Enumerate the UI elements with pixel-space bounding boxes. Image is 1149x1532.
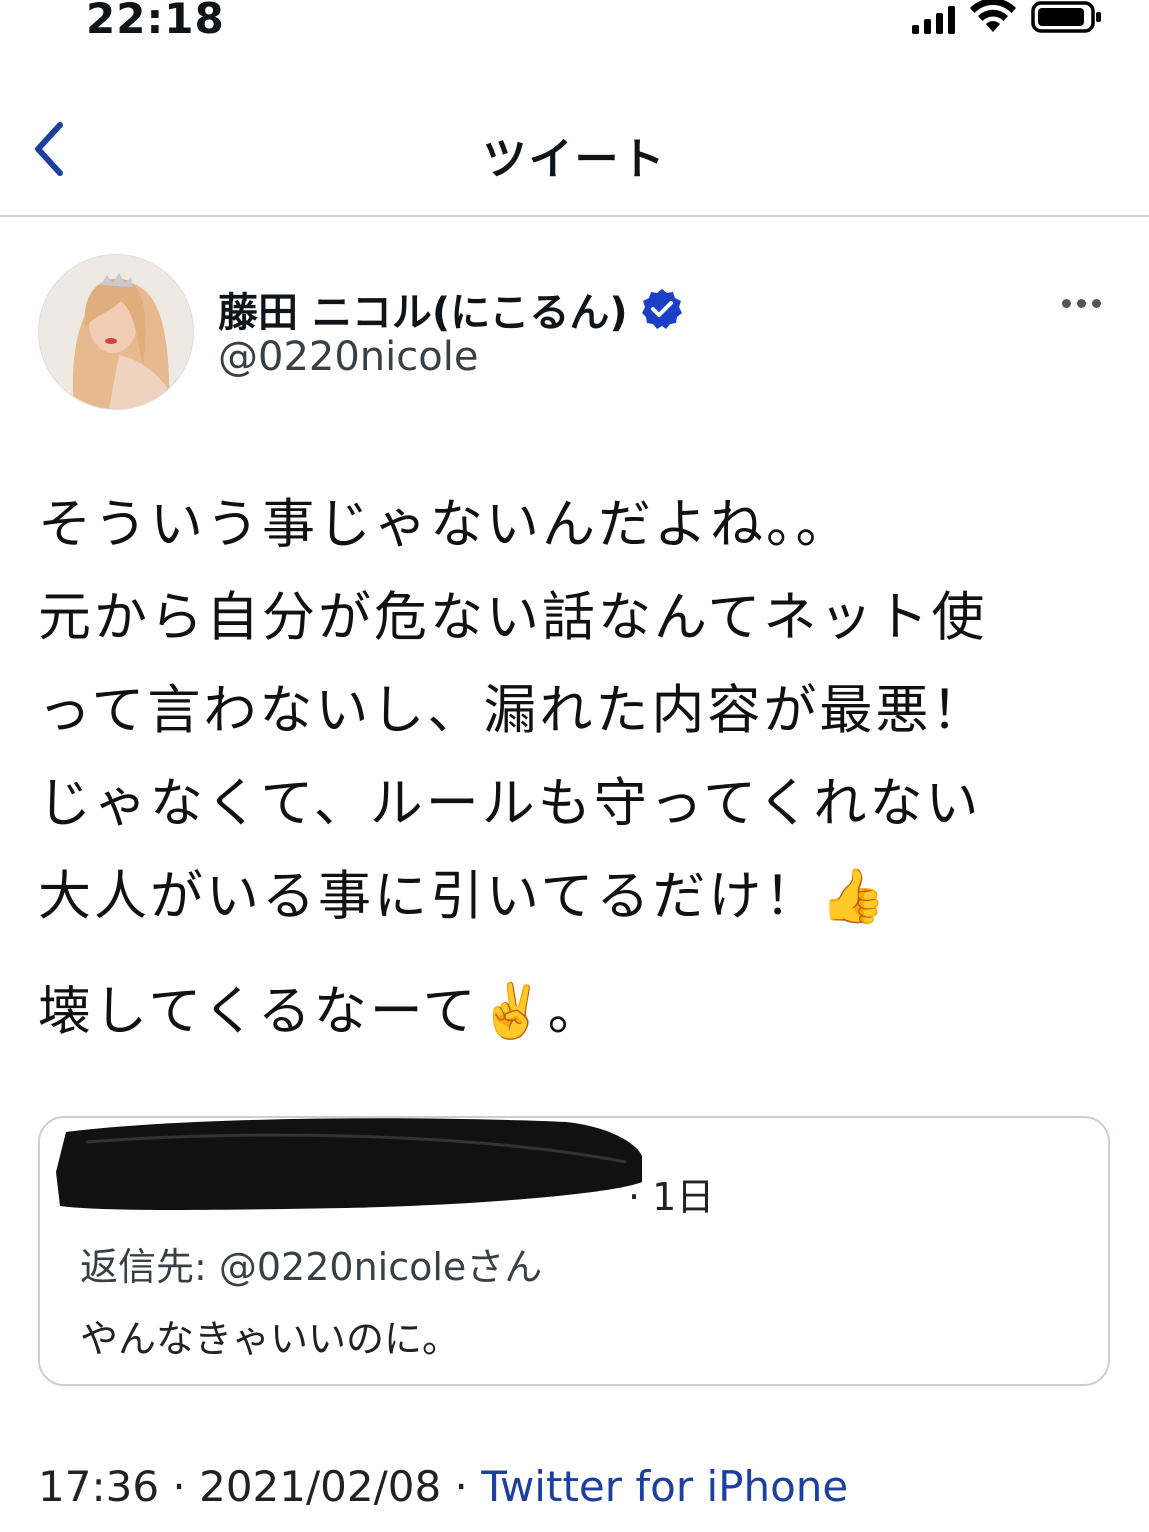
avatar-photo bbox=[39, 255, 193, 409]
quoted-reply-to: 返信先: @0220nicoleさん bbox=[80, 1245, 543, 1289]
more-options-button[interactable] bbox=[1062, 292, 1106, 314]
tweet-text-line: 大人がいる事に引いてるだけ！👍 bbox=[38, 866, 890, 927]
status-icons bbox=[912, 0, 1103, 34]
status-time: 22:18 bbox=[86, 0, 225, 43]
tweet-date: 2021/02/08 bbox=[199, 1462, 442, 1511]
author-name-row[interactable]: 藤田 ニコル(にこるん) bbox=[218, 280, 684, 338]
tweet-text-line: って言わないし、漏れた内容が最悪！ bbox=[38, 680, 988, 741]
redaction-scribble bbox=[56, 1118, 642, 1210]
tweet-text-line: 壊してくるなーて✌️。 bbox=[38, 981, 604, 1042]
more-dot-icon bbox=[1062, 298, 1071, 308]
battery-icon bbox=[1031, 1, 1101, 33]
meta-separator: · bbox=[159, 1462, 200, 1511]
quoted-time-ago: 1日 bbox=[652, 1175, 715, 1219]
tweet-text-line: 元から自分が危ない話なんてネット使 bbox=[38, 587, 988, 648]
nav-bar: ツイート bbox=[0, 95, 1149, 217]
more-dot-icon bbox=[1092, 298, 1101, 308]
author-name: 藤田 ニコル(にこるん) bbox=[218, 290, 628, 336]
status-bar: 22:18 bbox=[0, 0, 1149, 50]
quoted-tweet-text: やんなきゃいいのに。 bbox=[80, 1317, 461, 1361]
tweet-source-link[interactable]: Twitter for iPhone bbox=[481, 1462, 848, 1511]
quoted-tweet-time: · 1日 bbox=[628, 1175, 715, 1219]
avatar[interactable] bbox=[38, 254, 194, 410]
meta-separator: · bbox=[441, 1462, 482, 1511]
tweet-text-line: そういう事じゃないんだよね。。 bbox=[38, 494, 852, 555]
more-dot-icon bbox=[1077, 298, 1086, 308]
author-handle[interactable]: @0220nicole bbox=[218, 334, 478, 380]
quoted-tweet-card[interactable]: · 1日 返信先: @0220nicoleさん やんなきゃいいのに。 bbox=[38, 1116, 1110, 1386]
tweet-time: 17:36 bbox=[38, 1462, 160, 1511]
tweet-text-line: じゃなくて、ルールも守ってくれない bbox=[38, 773, 982, 834]
signal-strength-icon bbox=[912, 6, 955, 34]
verified-badge-icon bbox=[641, 289, 682, 329]
wifi-icon bbox=[970, 0, 1016, 32]
tweet-meta: 17:36 · 2021/02/08 · Twitter for iPhone bbox=[38, 1462, 848, 1511]
tweet-text: そういう事じゃないんだよね。。 元から自分が危ない話なんてネット使 って言わない… bbox=[38, 478, 1113, 1058]
page-title: ツイート bbox=[482, 134, 667, 185]
